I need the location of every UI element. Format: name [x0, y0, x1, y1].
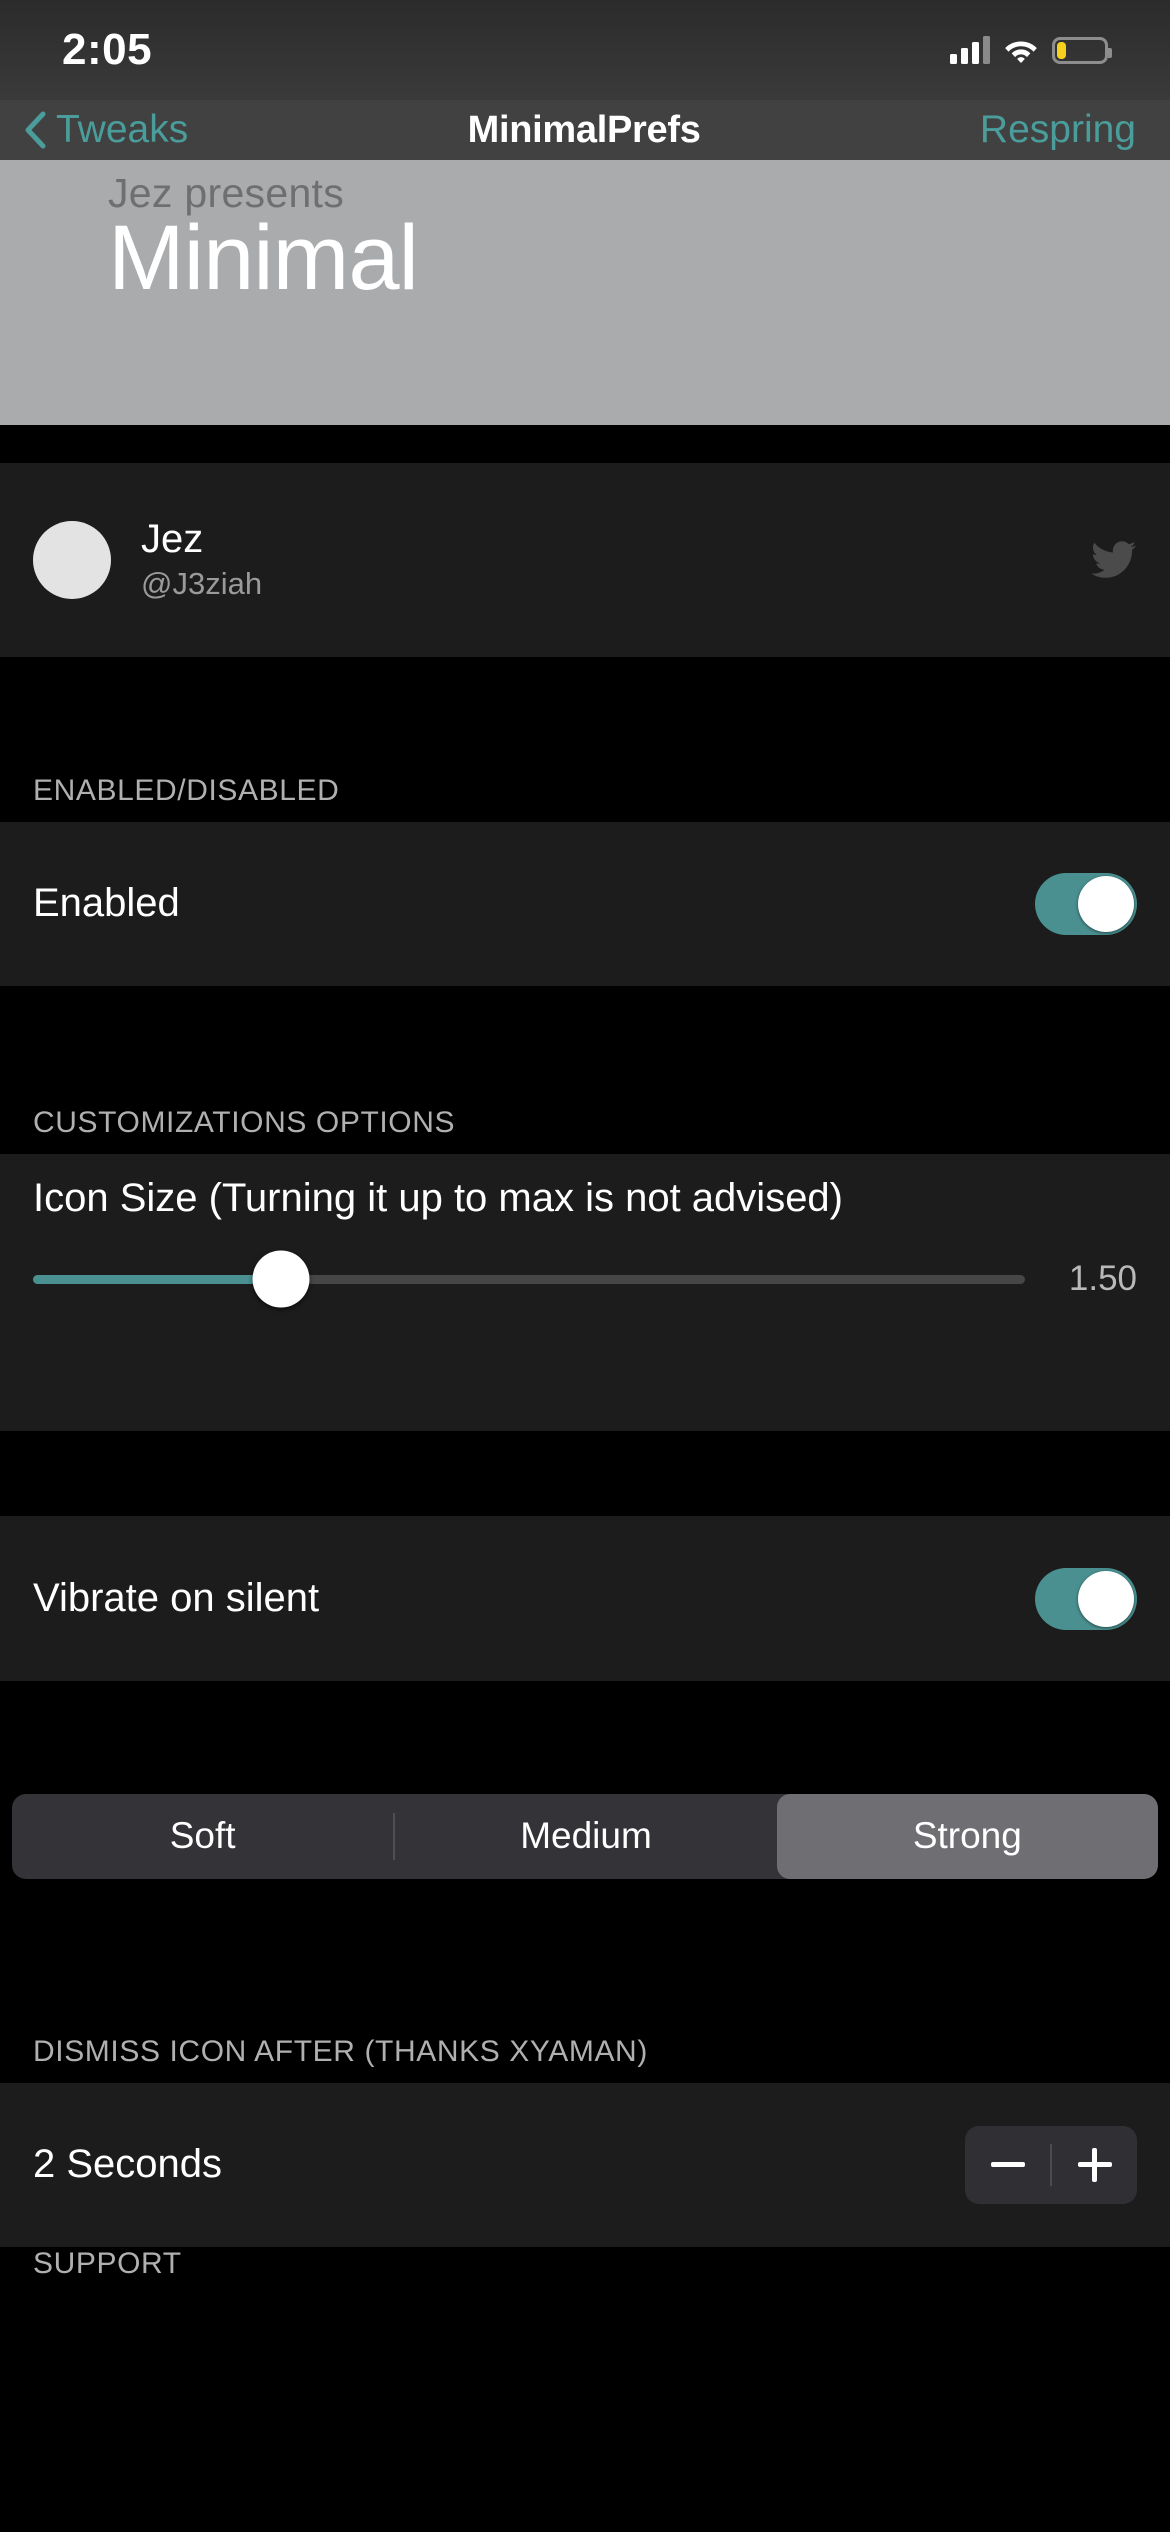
icon-size-value: 1.50	[1068, 1259, 1137, 1299]
cellular-bars-icon	[950, 36, 990, 64]
enabled-toggle[interactable]	[1035, 872, 1137, 935]
segment-label: Soft	[169, 1815, 236, 1857]
row-enabled-label: Enabled	[33, 881, 180, 926]
status-bar-clock: 2:05	[62, 25, 153, 74]
slider-fill	[33, 1274, 281, 1284]
header-banner: Jez presents Minimal	[0, 160, 1170, 425]
row-icon-size: Icon Size (Turning it up to max is not a…	[0, 1154, 1170, 1431]
seconds-stepper	[965, 2125, 1137, 2204]
row-vibrate-label: Vibrate on silent	[33, 1576, 320, 1621]
author-info: Jez @J3ziah	[141, 517, 262, 602]
vibrate-toggle[interactable]	[1035, 1567, 1137, 1630]
section-header-label: CUSTOMIZATIONS OPTIONS	[33, 1106, 456, 1140]
segment-soft[interactable]: Soft	[12, 1794, 393, 1879]
section-header-cut-off: SUPPORT	[0, 2247, 1170, 2277]
icon-size-slider-row: 1.50	[33, 1250, 1137, 1308]
row-dismiss-seconds: 2 Seconds	[0, 2082, 1170, 2248]
stepper-decrement-button[interactable]	[965, 2162, 1050, 2168]
section-header-label: SUPPORT	[33, 2247, 182, 2277]
app-screen: 2:05 Tweaks MinimalPrefs Respring Jez pr…	[0, 0, 1170, 2532]
segment-label: Strong	[912, 1815, 1022, 1857]
chevron-left-icon	[24, 111, 46, 149]
back-button-label: Tweaks	[56, 108, 189, 151]
segment-strong[interactable]: Strong	[776, 1793, 1158, 1879]
status-bar: 2:05	[0, 0, 1170, 100]
slider-knob[interactable]	[252, 1250, 310, 1308]
row-vibrate-on-silent[interactable]: Vibrate on silent	[0, 1516, 1170, 1681]
banner-title: Minimal	[108, 207, 419, 309]
toggle-knob	[1078, 875, 1134, 932]
section-header-label: ENABLED/DISABLED	[33, 773, 340, 807]
icon-size-slider[interactable]	[33, 1250, 1025, 1308]
avatar-placeholder-icon	[33, 520, 111, 599]
plus-icon	[1077, 2147, 1112, 2182]
wifi-icon	[1004, 37, 1038, 63]
row-enabled[interactable]: Enabled	[0, 821, 1170, 987]
toggle-knob	[1078, 1570, 1134, 1627]
spacer	[0, 1680, 1170, 1767]
section-header-customizations: CUSTOMIZATIONS OPTIONS	[0, 986, 1170, 1155]
author-handle: @J3ziah	[141, 566, 263, 602]
section-header-dismiss-icon-after: DISMISS ICON AFTER (THANKS XYAMAN)	[0, 1906, 1170, 2083]
vibration-strength-segmented-control: Soft Medium Strong	[0, 1766, 1170, 1907]
segment-medium[interactable]: Medium	[395, 1794, 776, 1879]
navigation-bar: Tweaks MinimalPrefs Respring	[0, 100, 1170, 160]
section-header-label: DISMISS ICON AFTER (THANKS XYAMAN)	[33, 2034, 648, 2068]
author-name: Jez	[141, 517, 204, 562]
page-title: MinimalPrefs	[467, 108, 701, 151]
segment-label: Medium	[520, 1815, 652, 1857]
row-dismiss-seconds-label: 2 Seconds	[33, 2142, 223, 2187]
status-bar-indicators	[950, 36, 1112, 64]
back-button[interactable]: Tweaks	[24, 108, 188, 152]
row-icon-size-label: Icon Size (Turning it up to max is not a…	[33, 1176, 843, 1221]
minus-icon	[990, 2162, 1025, 2168]
segmented-control: Soft Medium Strong	[12, 1793, 1158, 1879]
respring-button[interactable]: Respring	[980, 108, 1146, 152]
stepper-increment-button[interactable]	[1052, 2147, 1137, 2182]
section-header-enabled-disabled: ENABLED/DISABLED	[0, 657, 1170, 822]
battery-low-icon	[1052, 36, 1112, 64]
twitter-bird-icon[interactable]	[1091, 540, 1137, 580]
author-row[interactable]: Jez @J3ziah	[0, 462, 1170, 658]
spacer	[0, 1430, 1170, 1517]
